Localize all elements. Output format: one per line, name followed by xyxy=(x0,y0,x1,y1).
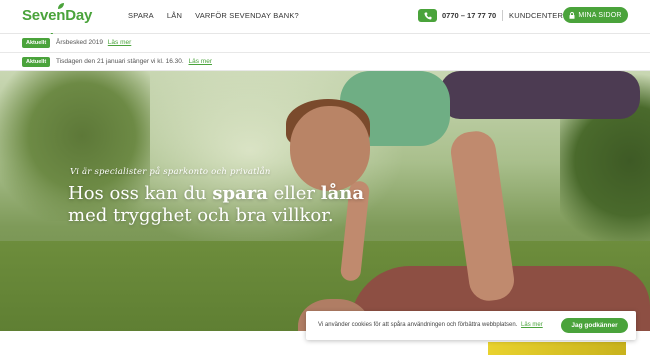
hero-title-text: med trygghet och bra villkor. xyxy=(68,205,334,226)
notice-text: Tisdagen den 21 januari stänger vi kl. 1… xyxy=(56,58,212,65)
cookie-text: Vi använder cookies för att spåra använd… xyxy=(318,322,543,328)
notice-read-more-link[interactable]: Läs mer xyxy=(189,58,212,65)
hero-kicker: Vi är specialister på sparkonto och priv… xyxy=(70,167,271,177)
nav-item-spara[interactable]: SPARA xyxy=(128,11,154,20)
cookie-message: Vi använder cookies för att spåra använd… xyxy=(318,322,518,328)
phone-icon xyxy=(424,12,431,19)
notice-bar: Aktuellt Årsbesked 2019 Läs mer xyxy=(0,34,650,53)
promo-card[interactable] xyxy=(488,342,626,355)
mina-sidor-label: MINA SIDOR xyxy=(578,11,622,19)
hero-title: Hos oss kan du spara eller låna med tryg… xyxy=(68,183,408,227)
nav-item-varfor[interactable]: VARFÖR SEVENDAY BANK? xyxy=(195,11,299,20)
nav-item-lan[interactable]: LÅN xyxy=(167,11,182,20)
hero-title-text: Hos oss kan du xyxy=(68,183,213,204)
phone-number[interactable]: 0770 – 17 77 70 xyxy=(442,11,496,20)
notice-message: Årsbesked 2019 xyxy=(56,39,103,46)
cookie-banner: Vi använder cookies för att spåra använd… xyxy=(306,311,636,340)
notice-read-more-link[interactable]: Läs mer xyxy=(108,39,131,46)
notice-bar: Aktuellt Tisdagen den 21 januari stänger… xyxy=(0,53,650,71)
sevenday-bank-logo[interactable]: SevenDay Bank xyxy=(22,3,117,48)
notice-message: Tisdagen den 21 januari stänger vi kl. 1… xyxy=(56,58,184,65)
mina-sidor-button[interactable]: MINA SIDOR xyxy=(563,7,628,23)
site-header: SevenDay Bank SPARA LÅN VARFÖR SEVENDAY … xyxy=(0,0,650,48)
hero-title-text: eller xyxy=(267,183,321,204)
notice-text: Årsbesked 2019 Läs mer xyxy=(56,39,131,46)
phone-button[interactable] xyxy=(418,9,437,22)
cookie-read-more-link[interactable]: Läs mer xyxy=(521,322,543,328)
hero-photo-child-legs xyxy=(440,71,640,119)
aktuellt-badge: Aktuellt xyxy=(22,38,51,48)
hero-title-bold: låna xyxy=(320,183,364,204)
hero-title-bold: spara xyxy=(212,183,268,204)
kundcenter-link[interactable]: KUNDCENTER xyxy=(509,11,563,20)
lock-icon xyxy=(569,11,575,19)
main-nav: SPARA LÅN VARFÖR SEVENDAY BANK? xyxy=(128,11,299,20)
hero-banner: Vi är specialister på sparkonto och priv… xyxy=(0,71,650,331)
header-divider xyxy=(502,10,503,21)
accept-cookies-button[interactable]: Jag godkänner xyxy=(561,318,628,333)
aktuellt-badge: Aktuellt xyxy=(22,57,51,67)
leaf-icon xyxy=(58,3,64,9)
hero-photo-child-head xyxy=(290,106,370,191)
